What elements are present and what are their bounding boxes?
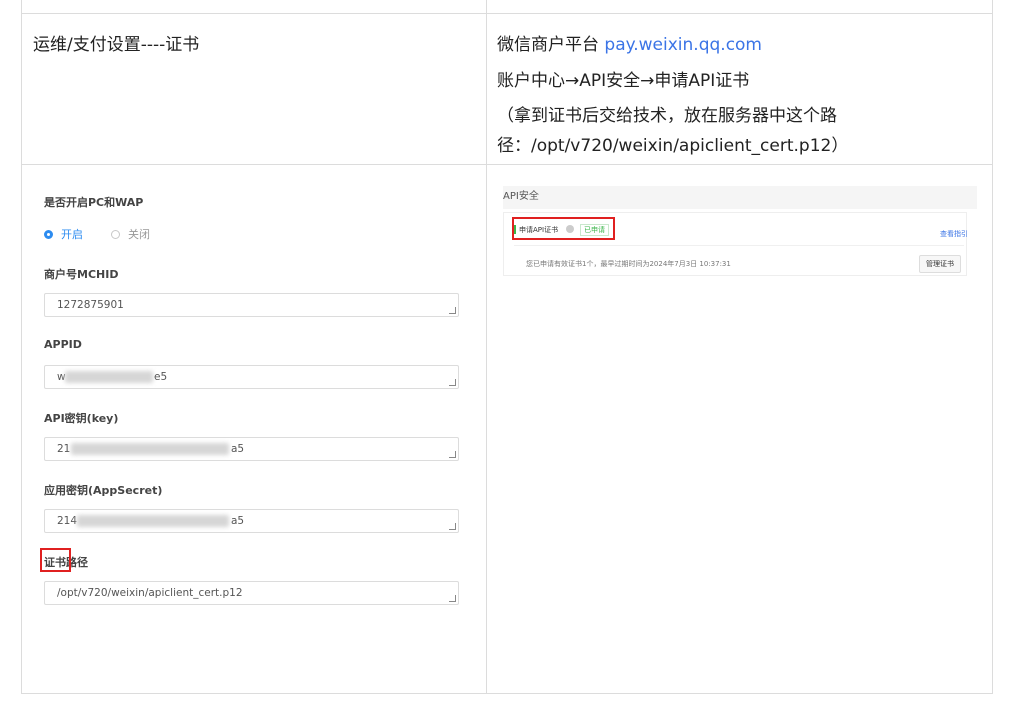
cert-path-input[interactable]: /opt/v720/weixin/apiclient_cert.p12 <box>44 581 459 605</box>
radio-on-label[interactable]: 开启 <box>61 226 83 242</box>
manage-cert-button[interactable]: 管理证书 <box>919 255 961 273</box>
view-guide-link[interactable]: 查看指引 <box>940 229 968 239</box>
apikey-value-prefix: 21 <box>57 443 71 455</box>
merchant-platform-line: 微信商户平台 pay.weixin.qq.com <box>497 30 762 55</box>
appsecret-value-prefix: 214 <box>57 515 78 527</box>
resize-handle-icon[interactable] <box>449 595 456 602</box>
table-row-divider <box>21 164 993 165</box>
api-security-header: API安全 <box>503 186 977 209</box>
pc-wap-radio-group: 开启 关闭 <box>44 226 178 242</box>
radio-on[interactable] <box>44 229 53 239</box>
redacted-mask <box>71 443 229 455</box>
mchid-label: 商户号MCHID <box>44 268 119 281</box>
resize-handle-icon[interactable] <box>449 307 456 314</box>
appsecret-value-suffix: a5 <box>231 515 245 527</box>
instruction-line: （拿到证书后交给技术，放在服务器中这个路 <box>497 106 837 126</box>
merchant-platform-link[interactable]: pay.weixin.qq.com <box>604 35 762 55</box>
table-row-divider <box>21 13 993 14</box>
resize-handle-icon[interactable] <box>449 379 456 386</box>
appsecret-input[interactable]: 214 a5 <box>44 509 459 533</box>
redacted-mask <box>65 371 153 383</box>
appsecret-label: 应用密钥(AppSecret) <box>44 484 163 497</box>
merchant-platform-label: 微信商户平台 <box>497 35 605 55</box>
divider <box>514 245 964 246</box>
appid-label: APPID <box>44 338 82 351</box>
apikey-label: API密钥(key) <box>44 412 119 425</box>
resize-handle-icon[interactable] <box>449 451 456 458</box>
apikey-input[interactable]: 21 a5 <box>44 437 459 461</box>
radio-off[interactable] <box>111 229 120 239</box>
appid-value-suffix: e5 <box>154 371 168 383</box>
mchid-value: 1272875901 <box>57 299 124 311</box>
redacted-mask <box>77 515 229 527</box>
pc-wap-label: 是否开启PC和WAP <box>44 196 144 209</box>
instruction-path-line: 径：/opt/v720/weixin/apiclient_cert.p12） <box>497 136 849 156</box>
section-title: 运维/支付设置----证书 <box>33 35 200 55</box>
highlight-box <box>40 548 71 572</box>
apikey-value-suffix: a5 <box>231 443 245 455</box>
resize-handle-icon[interactable] <box>449 523 456 530</box>
table-column-divider <box>486 0 487 694</box>
radio-off-label[interactable]: 关闭 <box>128 226 150 242</box>
highlight-box <box>512 217 615 240</box>
appid-input[interactable]: w e5 <box>44 365 459 389</box>
navigation-path: 账户中心→API安全→申请API证书 <box>497 71 750 91</box>
cert-path-value: /opt/v720/weixin/apiclient_cert.p12 <box>57 587 243 599</box>
api-security-screenshot: API安全 申请API证书 已申请 查看指引 您已申请有效证书1个，最早过期时间… <box>503 186 977 280</box>
cert-info-text: 您已申请有效证书1个，最早过期时间为2024年7月3日 10:37:31 <box>526 260 731 268</box>
mchid-input[interactable]: 1272875901 <box>44 293 459 317</box>
